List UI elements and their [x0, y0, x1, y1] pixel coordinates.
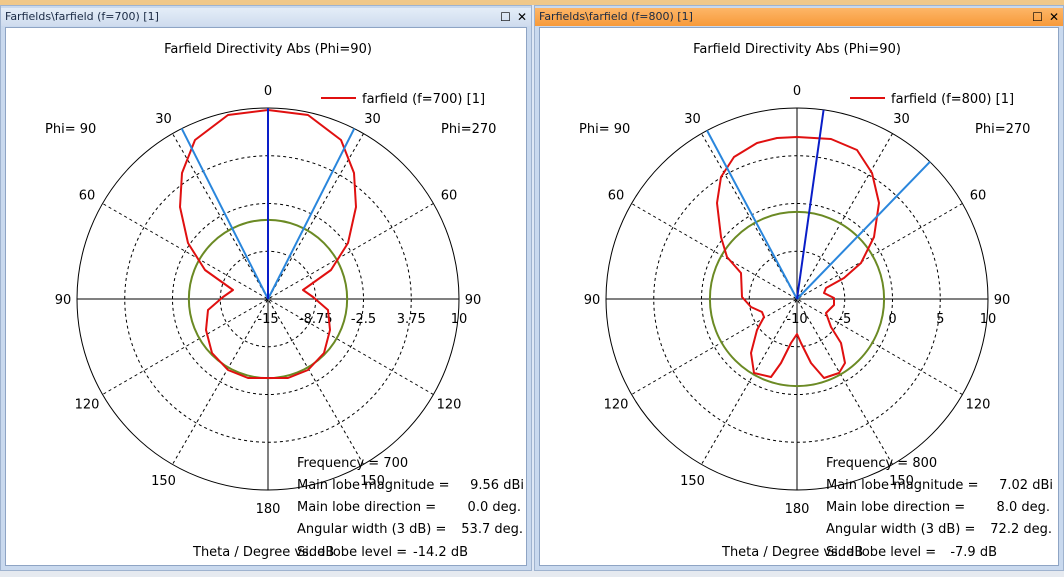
side-lobe-level-label: Side lobe level = — [826, 545, 936, 560]
angle-label: 150 — [151, 474, 176, 489]
window-titlebar[interactable]: Farfields\farfield (f=700) [1] ☐ ✕ — [1, 8, 531, 26]
radial-tick-label: -2.5 — [351, 312, 376, 327]
angle-label: 120 — [437, 398, 462, 413]
phi-left-label: Phi= 90 — [579, 122, 630, 137]
window-titlebar[interactable]: Farfields\farfield (f=800) [1] ☐ ✕ — [535, 8, 1063, 26]
radial-tick-label: -10 — [786, 312, 807, 327]
main-lobe-magnitude-value: 9.56 dBi — [470, 478, 524, 493]
angle-label: 30 — [684, 112, 701, 127]
phi-right-label: Phi=270 — [441, 122, 496, 137]
angular-width-label: Angular width (3 dB) = — [826, 522, 975, 537]
angle-label: 90 — [584, 293, 601, 308]
radial-tick-label: 10 — [451, 312, 468, 327]
farfield-window-800[interactable]: Farfields\farfield (f=800) [1] ☐ ✕ Farfie… — [534, 5, 1064, 571]
main-lobe-direction-value: 8.0 deg. — [997, 500, 1050, 515]
angle-label: 120 — [604, 398, 629, 413]
main-lobe-magnitude-label: Main lobe magnitude = — [297, 478, 449, 493]
main-lobe-direction-value: 0.0 deg. — [468, 500, 521, 515]
polar-plot-area[interactable]: Farfield Directivity Abs (Phi=90) farfiel… — [5, 27, 527, 566]
maximize-icon[interactable]: ☐ — [1032, 10, 1043, 24]
polar-chart: Farfield Directivity Abs (Phi=90) farfiel… — [579, 42, 1053, 560]
side-lobe-level-value: -7.9 dB — [950, 545, 997, 560]
directivity-curve — [716, 136, 880, 379]
side-lobe-level-value: -14.2 dB — [413, 545, 468, 560]
angle-label: 0 — [793, 84, 801, 99]
main-lobe-magnitude-value: 7.02 dBi — [999, 478, 1053, 493]
radial-tick-label: 5 — [936, 312, 944, 327]
side-lobe-level-label: Side lobe level = — [297, 545, 407, 560]
farfield-window-700[interactable]: Farfields\farfield (f=700) [1] ☐ ✕ Farfie… — [0, 5, 532, 571]
angle-label: 150 — [680, 474, 705, 489]
radial-tick-label: -15 — [257, 312, 278, 327]
angle-label: 90 — [994, 293, 1011, 308]
plot-title: Farfield Directivity Abs (Phi=90) — [164, 42, 372, 57]
angle-label: 30 — [893, 112, 910, 127]
window-title: Farfields\farfield (f=700) [1] — [5, 10, 159, 23]
angle-label: 60 — [608, 189, 625, 204]
phi-right-label: Phi=270 — [975, 122, 1030, 137]
angle-label: 60 — [441, 189, 458, 204]
radial-tick-label: 0 — [888, 312, 896, 327]
angle-label: 60 — [970, 189, 987, 204]
polar-plot-area[interactable]: Farfield Directivity Abs (Phi=90) farfiel… — [539, 27, 1059, 566]
legend-label: farfield (f=800) [1] — [891, 92, 1014, 107]
angular-width-line — [796, 161, 931, 300]
angle-label: 30 — [155, 112, 172, 127]
angle-label: 180 — [785, 502, 810, 517]
angular-width-value: 72.2 deg. — [990, 522, 1052, 537]
angle-label: 30 — [364, 112, 381, 127]
angle-label: 120 — [75, 398, 100, 413]
radial-tick-label: 3.75 — [397, 312, 426, 327]
frequency-label: Frequency = 800 — [826, 456, 937, 471]
angular-width-label: Angular width (3 dB) = — [297, 522, 446, 537]
close-icon[interactable]: ✕ — [517, 10, 527, 24]
angular-width-line — [267, 128, 356, 300]
main-lobe-direction-label: Main lobe direction = — [297, 500, 436, 515]
angular-width-line — [180, 128, 269, 300]
angle-label: 120 — [966, 398, 991, 413]
radial-tick-label: 10 — [980, 312, 997, 327]
polar-chart: Farfield Directivity Abs (Phi=90) farfiel… — [45, 42, 524, 560]
angle-label: 60 — [79, 189, 96, 204]
angle-label: 90 — [55, 293, 72, 308]
plot-title: Farfield Directivity Abs (Phi=90) — [693, 42, 901, 57]
phi-left-label: Phi= 90 — [45, 122, 96, 137]
angular-width-line — [706, 130, 798, 300]
angle-label: 90 — [465, 293, 482, 308]
frequency-label: Frequency = 700 — [297, 456, 408, 471]
angle-label: 0 — [264, 84, 272, 99]
maximize-icon[interactable]: ☐ — [500, 10, 511, 24]
status-strip — [0, 571, 1064, 577]
main-lobe-magnitude-label: Main lobe magnitude = — [826, 478, 978, 493]
angular-width-value: 53.7 deg. — [461, 522, 523, 537]
radial-tick-label: -5 — [838, 312, 851, 327]
legend-label: farfield (f=700) [1] — [362, 92, 485, 107]
close-icon[interactable]: ✕ — [1049, 10, 1059, 24]
angle-label: 180 — [256, 502, 281, 517]
main-lobe-direction-label: Main lobe direction = — [826, 500, 965, 515]
window-title: Farfields\farfield (f=800) [1] — [539, 10, 693, 23]
